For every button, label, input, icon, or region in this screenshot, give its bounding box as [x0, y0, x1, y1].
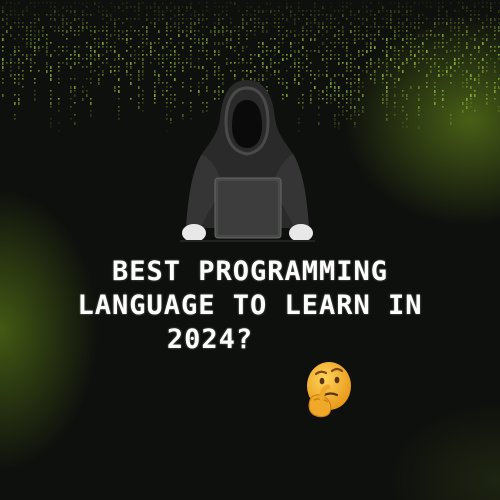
thumbnail-canvas: BEST PROGRAMMING LANGUAGE TO LEARN IN 20… [0, 0, 500, 500]
headline: BEST PROGRAMMING LANGUAGE TO LEARN IN 20… [50, 255, 450, 357]
thinking-face-icon [307, 362, 351, 418]
headline-line-2: LANGUAGE TO LEARN IN [77, 290, 423, 321]
hooded-hacker-icon [180, 80, 315, 242]
headline-line-3: 2024? [166, 324, 254, 355]
headline-line-1: BEST PROGRAMMING [111, 256, 389, 287]
